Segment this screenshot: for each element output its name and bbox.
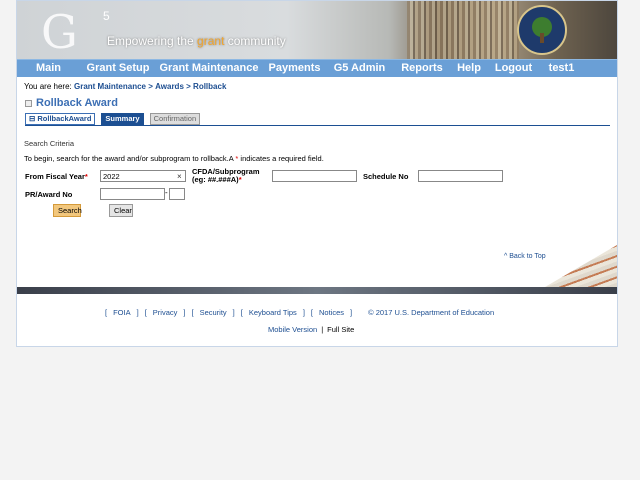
- page-icon: [25, 99, 32, 107]
- bracket: [: [191, 308, 194, 317]
- cfda-input[interactable]: [272, 170, 357, 182]
- mobile-version-link[interactable]: Mobile Version: [268, 325, 317, 334]
- footer-bar: [17, 287, 617, 294]
- fiscal-year-input[interactable]: [100, 170, 186, 182]
- footer-link-keyboard-tips[interactable]: Keyboard Tips: [249, 308, 297, 317]
- tagline-highlight: grant: [197, 34, 225, 48]
- pr-award-input[interactable]: [100, 188, 165, 200]
- section-title: Search Criteria: [24, 139, 75, 148]
- seal-trunk-icon: [540, 33, 544, 43]
- nav-reports[interactable]: Reports: [392, 60, 452, 77]
- back-to-top-link[interactable]: ^ Back to Top: [504, 253, 546, 260]
- schedule-label: Schedule No: [363, 172, 409, 181]
- tagline: Empowering the grant community: [107, 34, 286, 48]
- bracket: ]: [302, 308, 305, 317]
- library-shelves-image: [407, 1, 519, 59]
- footer-link-foia[interactable]: FOIA: [113, 308, 131, 317]
- breadcrumb-grant-maintenance[interactable]: Grant Maintenance: [74, 82, 146, 91]
- footer-link-notices[interactable]: Notices: [319, 308, 344, 317]
- tab-summary[interactable]: Summary: [101, 113, 144, 125]
- bracket: ]: [183, 308, 186, 317]
- tagline-post: community: [224, 34, 286, 48]
- nav-grant-setup[interactable]: Grant Setup: [80, 60, 156, 77]
- full-site-label: Full Site: [327, 325, 355, 334]
- search-button[interactable]: Search: [53, 204, 82, 217]
- nav-user-test1[interactable]: test1: [541, 60, 582, 77]
- cfda-label: CFDA/Subprogram (eg: ##.###A)*: [192, 168, 260, 184]
- tagline-pre: Empowering the: [107, 34, 198, 48]
- nav-payments[interactable]: Payments: [262, 60, 327, 77]
- tab-bar: ⊟ RollbackAward Summary Confirmation: [25, 113, 201, 125]
- breadcrumb-prefix: You are here:: [24, 82, 72, 91]
- footer-divider: |: [321, 325, 324, 334]
- required-note: indicates a required field.: [238, 154, 324, 163]
- main-nav: Main Grant Setup Grant Maintenance Payme…: [17, 59, 617, 77]
- cfda-label-line2: (eg: ##.###A): [192, 175, 239, 184]
- fiscal-year-label-text: From Fiscal Year: [25, 172, 85, 181]
- nav-grant-maintenance[interactable]: Grant Maintenance: [156, 60, 262, 77]
- bracket: [: [240, 308, 243, 317]
- header-banner: G 5 Empowering the grant community: [17, 1, 617, 59]
- tab-rollback-award-label: RollbackAward: [37, 114, 92, 123]
- breadcrumb-separator: >: [186, 82, 191, 91]
- bracket: ]: [136, 308, 139, 317]
- department-seal-icon: [517, 5, 567, 55]
- page-title-text: Rollback Award: [36, 97, 118, 109]
- nav-help[interactable]: Help: [452, 60, 486, 77]
- tab-confirmation[interactable]: Confirmation: [149, 113, 201, 125]
- fiscal-year-label: From Fiscal Year*: [25, 173, 88, 181]
- nav-g5-admin[interactable]: G5 Admin: [327, 60, 392, 77]
- bracket: ]: [350, 308, 353, 317]
- form-instructions: To begin, search for the award and/or su…: [24, 154, 324, 163]
- pr-award-label: PR/Award No: [25, 190, 73, 199]
- footer-links: [ FOIA] [ Privacy] [ Security] [ Keyboard Ti…: [105, 308, 494, 317]
- pr-award-dash: -: [165, 188, 168, 197]
- required-mark: *: [84, 172, 88, 181]
- bracket: ]: [232, 308, 235, 317]
- breadcrumb-rollback[interactable]: Rollback: [193, 82, 226, 91]
- instructions-text: To begin, search for the award and/or su…: [24, 154, 234, 163]
- breadcrumb: You are here: Grant Maintenance > Awards…: [24, 82, 226, 91]
- app-frame: G 5 Empowering the grant community Main …: [16, 0, 618, 347]
- footer-link-privacy[interactable]: Privacy: [153, 308, 178, 317]
- bracket: [: [144, 308, 147, 317]
- copyright: © 2017 U.S. Department of Education: [368, 308, 495, 317]
- clear-field-icon[interactable]: ×: [177, 172, 182, 181]
- bracket: [: [310, 308, 313, 317]
- breadcrumb-separator: >: [148, 82, 153, 91]
- footer-link-security[interactable]: Security: [200, 308, 227, 317]
- bracket: [: [105, 308, 108, 317]
- clear-button[interactable]: Clear: [109, 204, 133, 217]
- tab-underline: [25, 125, 610, 126]
- decorative-classroom-image: [545, 245, 617, 287]
- pr-award-suffix-input[interactable]: [169, 188, 185, 200]
- footer-version-switch: Mobile Version | Full Site: [268, 325, 354, 334]
- schedule-input[interactable]: [418, 170, 503, 182]
- g5-logo-number: 5: [103, 9, 110, 23]
- page-title: Rollback Award: [25, 97, 118, 109]
- tab-rollback-award[interactable]: ⊟ RollbackAward: [25, 113, 96, 125]
- g5-logo-letter: G: [41, 5, 78, 59]
- nav-logout[interactable]: Logout: [486, 60, 541, 77]
- required-mark: *: [238, 175, 242, 184]
- nav-main[interactable]: Main: [17, 60, 80, 77]
- breadcrumb-awards[interactable]: Awards: [155, 82, 184, 91]
